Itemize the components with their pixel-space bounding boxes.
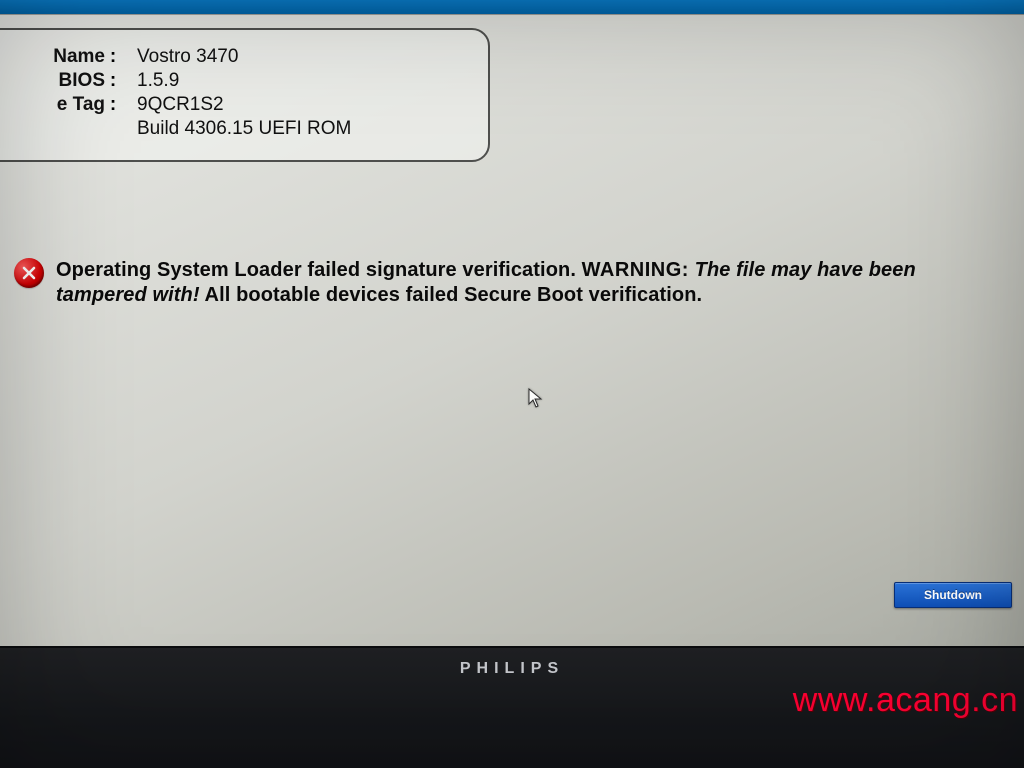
sysinfo-value: Build 4306.15 UEFI ROM — [121, 118, 351, 140]
error-circle-x-icon — [14, 258, 44, 288]
sysinfo-value: 9QCR1S2 — [121, 94, 224, 116]
error-text: Operating System Loader failed signature… — [56, 258, 1000, 308]
shutdown-label: Shutdown — [924, 588, 982, 602]
error-warning-word: WARNING: — [582, 259, 689, 281]
system-info-panel: Name : Vostro 3470 BIOS : 1.5.9 e Tag : … — [0, 28, 490, 162]
mouse-cursor-icon — [528, 388, 543, 415]
sysinfo-row: Name : Vostro 3470 — [10, 46, 470, 68]
sysinfo-label: BIOS — [10, 70, 105, 92]
monitor-brand: PHILIPS — [460, 660, 564, 678]
colon: : — [105, 94, 121, 116]
watermark: www.acang.cn — [793, 681, 1018, 720]
colon: : — [105, 70, 121, 92]
sysinfo-row: e Tag : 9QCR1S2 — [10, 94, 470, 116]
error-suffix: All bootable devices failed Secure Boot … — [200, 284, 703, 306]
error-prefix: Operating System Loader failed signature… — [56, 259, 582, 281]
title-bar — [0, 0, 1024, 14]
sysinfo-row: Build 4306.15 UEFI ROM — [10, 118, 470, 140]
sysinfo-label: e Tag — [10, 94, 105, 116]
sysinfo-label: Name — [10, 46, 105, 68]
sysinfo-row: BIOS : 1.5.9 — [10, 70, 470, 92]
error-message: Operating System Loader failed signature… — [14, 258, 1000, 308]
colon: : — [105, 46, 121, 68]
sysinfo-value: 1.5.9 — [121, 70, 179, 92]
shutdown-button[interactable]: Shutdown — [894, 582, 1012, 608]
sysinfo-value: Vostro 3470 — [121, 46, 238, 68]
colon — [105, 118, 121, 140]
